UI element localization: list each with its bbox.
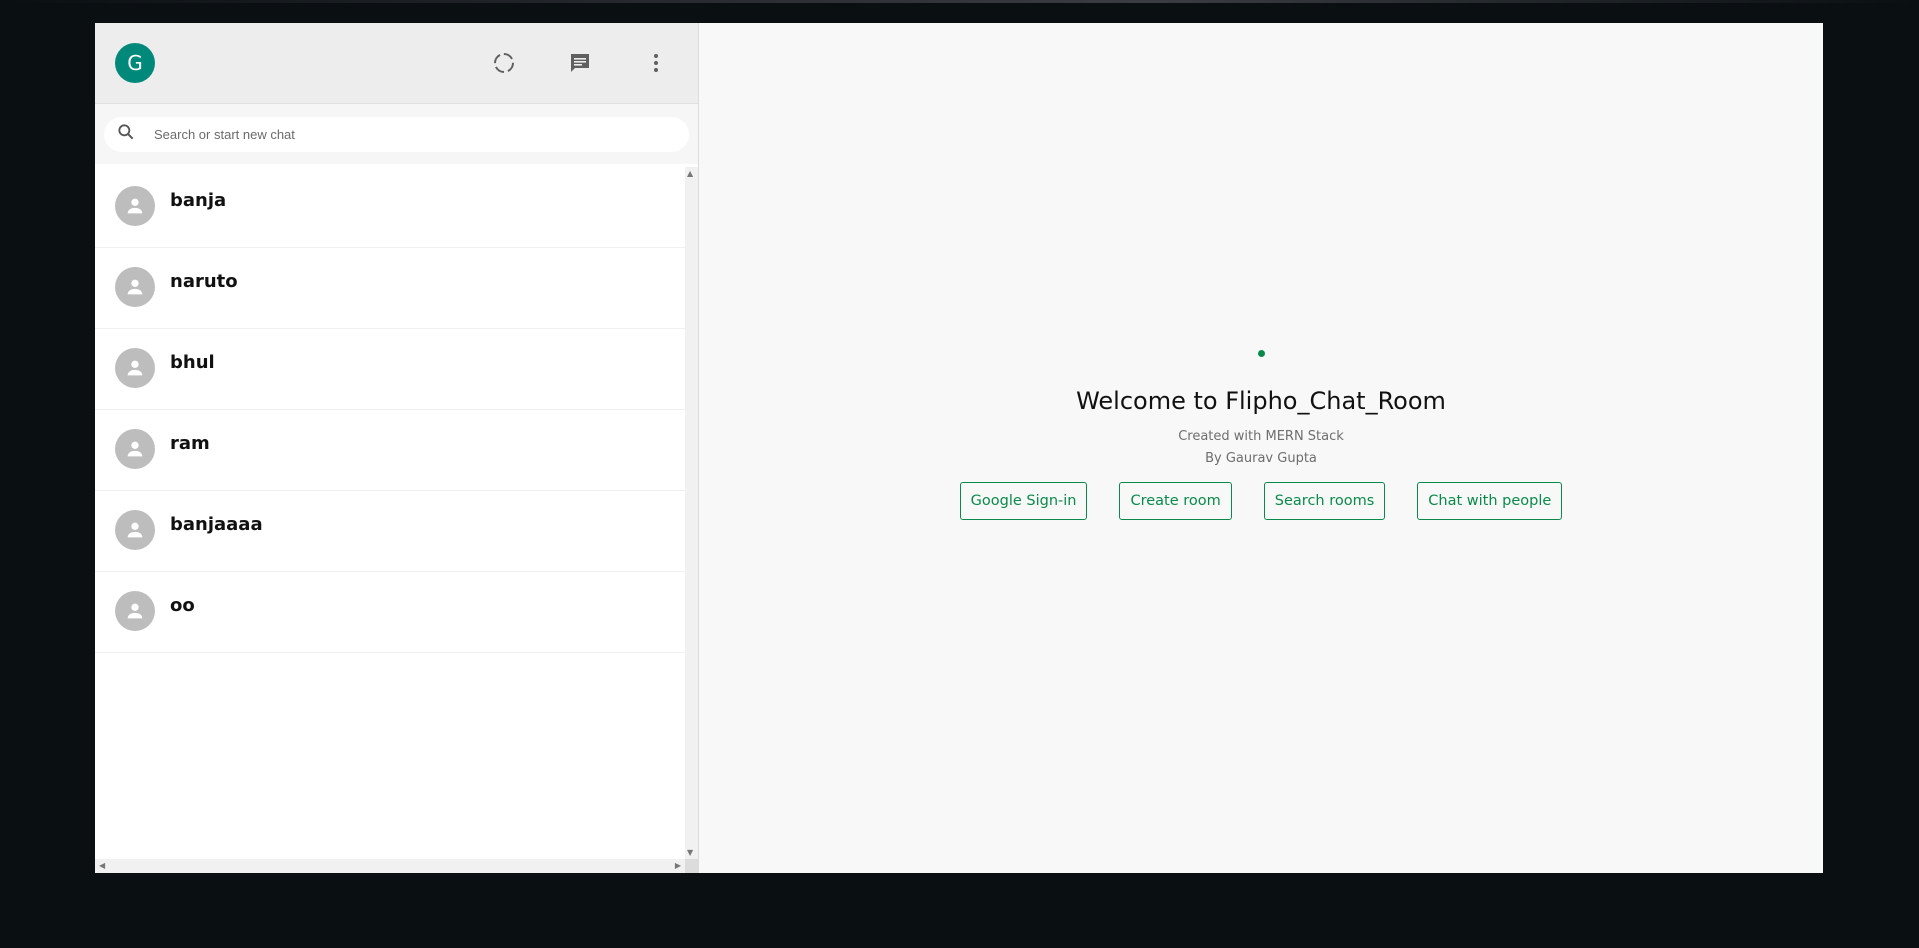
search-area <box>95 104 698 164</box>
chat-list-container: banja naruto bhul ram banjaaaa oo ▲ ▼ ◀ … <box>95 167 698 873</box>
chat-name: bhul <box>170 351 215 373</box>
list-item[interactable]: oo <box>95 572 685 653</box>
logo-dot-icon <box>1257 350 1265 357</box>
person-icon <box>115 591 155 631</box>
action-buttons: Google Sign-in Create room Search rooms … <box>959 482 1563 520</box>
chat-name: naruto <box>170 270 238 292</box>
sidebar: G Search or start new chat banja naruto … <box>95 23 699 873</box>
horizontal-scrollbar[interactable]: ◀ ▶ <box>95 859 685 873</box>
chat-name: banja <box>170 189 227 211</box>
chat-list: banja naruto bhul ram banjaaaa oo <box>95 167 685 653</box>
scroll-up-icon[interactable]: ▲ <box>687 169 693 178</box>
welcome-section: Welcome to Flipho_Chat_Room Created with… <box>699 350 1823 520</box>
person-icon <box>115 429 155 469</box>
main-panel: Welcome to Flipho_Chat_Room Created with… <box>699 23 1823 873</box>
chat-name: ram <box>170 432 210 454</box>
list-item[interactable]: ram <box>95 410 685 491</box>
welcome-subtitle: Created with MERN Stack <box>1178 429 1344 444</box>
new-chat-icon[interactable] <box>560 43 600 83</box>
sidebar-header: G <box>95 23 698 104</box>
chat-with-people-button[interactable]: Chat with people <box>1417 482 1563 520</box>
scroll-right-icon[interactable]: ▶ <box>675 861 681 870</box>
search-icon <box>116 122 136 146</box>
scroll-down-icon[interactable]: ▼ <box>687 848 693 857</box>
header-actions <box>484 43 676 83</box>
search-box <box>104 116 689 152</box>
create-room-button[interactable]: Create room <box>1119 482 1232 520</box>
search-input[interactable] <box>152 125 689 143</box>
person-icon <box>115 510 155 550</box>
person-icon <box>115 348 155 388</box>
user-avatar-initial: G <box>127 51 143 75</box>
list-item[interactable]: banja <box>95 167 685 248</box>
welcome-author: By Gaurav Gupta <box>1205 451 1317 466</box>
search-rooms-button[interactable]: Search rooms <box>1263 482 1386 520</box>
scrollbar-corner <box>685 859 698 873</box>
user-avatar[interactable]: G <box>115 43 155 83</box>
more-vert-icon[interactable] <box>636 43 676 83</box>
chat-name: banjaaaa <box>170 513 263 535</box>
person-icon <box>115 186 155 226</box>
status-icon[interactable] <box>484 43 524 83</box>
vertical-scrollbar[interactable]: ▲ ▼ <box>685 167 698 859</box>
list-item[interactable]: naruto <box>95 248 685 329</box>
chat-name: oo <box>170 594 195 616</box>
list-item[interactable]: bhul <box>95 329 685 410</box>
scroll-left-icon[interactable]: ◀ <box>99 861 105 870</box>
chat-app: G Search or start new chat banja naruto … <box>95 23 1823 873</box>
list-item[interactable]: banjaaaa <box>95 491 685 572</box>
person-icon <box>115 267 155 307</box>
window-top-edge <box>0 0 1919 3</box>
welcome-title: Welcome to Flipho_Chat_Room <box>1076 387 1446 415</box>
google-signin-button[interactable]: Google Sign-in <box>959 482 1088 520</box>
